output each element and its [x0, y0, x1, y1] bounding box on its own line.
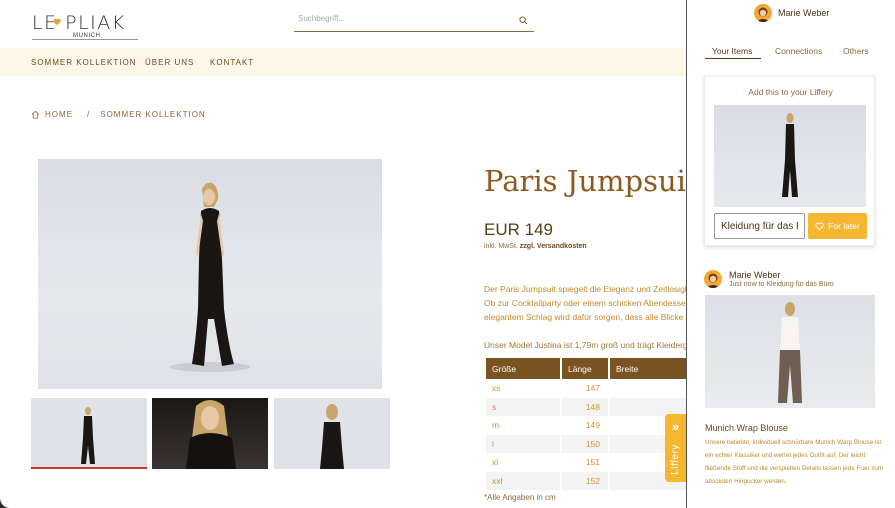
- model-figure: [170, 182, 250, 372]
- length-cell: 151: [585, 457, 600, 468]
- panel-tabs: Your Items Connections Others: [705, 46, 877, 59]
- length-cell: 150: [562, 434, 608, 453]
- thumbnail-figure: [320, 404, 344, 469]
- avatar: [704, 270, 722, 288]
- main-nav: SOMMER KOLLEKTION ÜBER UNS KONTAKT: [0, 48, 686, 76]
- add-card-product-image: [714, 105, 866, 207]
- model-size-note: Unser Model Justina ist 1,79m groß und t…: [484, 340, 686, 350]
- description-line: Ob zur Cocktailparty oder einem schicken…: [484, 298, 686, 308]
- product-price: EUR 149: [484, 220, 553, 239]
- size-cell: l: [486, 434, 560, 453]
- size-cell: m: [492, 420, 500, 431]
- nav-item-sommer-kollektion[interactable]: SOMMER KOLLEKTION: [31, 58, 136, 67]
- feed-item-image[interactable]: [705, 295, 875, 408]
- table-row: m 149: [486, 416, 686, 435]
- table-row: xs 147 1: [486, 379, 686, 398]
- breadcrumb-separator: /: [87, 110, 91, 119]
- shipping-costs-link[interactable]: zzgl. Versandkosten: [520, 243, 587, 250]
- vat-prefix: inkl. MwSt.: [484, 243, 520, 250]
- tab-connections[interactable]: Connections: [775, 46, 822, 56]
- search-icon[interactable]: [519, 16, 528, 25]
- logo-wordmark: LE PLIAK: [32, 12, 126, 34]
- search-bar: [294, 10, 534, 32]
- add-card-title: Add this to your Liffery: [748, 87, 833, 97]
- brand-logo[interactable]: LE PLIAK MUNICH: [32, 12, 140, 40]
- table-row: xxl 152: [486, 471, 686, 490]
- logo-underline: [32, 39, 138, 40]
- tab-your-items[interactable]: Your Items: [712, 46, 752, 56]
- nav-item-ueber-uns[interactable]: ÜBER UNS: [145, 58, 194, 67]
- breadcrumb-home[interactable]: HOME: [45, 110, 73, 119]
- product-description: Der Paris Jumpsuit spiegelt die Eleganz …: [484, 282, 686, 352]
- description-line: Der Paris Jumpsuit spiegelt die Eleganz …: [484, 284, 686, 294]
- size-cell: xs: [492, 383, 501, 394]
- size-cell: xxl: [486, 471, 560, 490]
- product-main-image[interactable]: [38, 159, 382, 389]
- user-name: Marie Weber: [778, 8, 830, 18]
- tab-others[interactable]: Others: [843, 46, 869, 56]
- liffery-panel: Marie Weber Your Items Connections Other…: [686, 0, 895, 508]
- heart-outline-icon: [815, 222, 824, 231]
- feed-figure: [778, 302, 802, 403]
- width-cell: 1: [610, 379, 686, 398]
- feed-item-description: Unsere beliebte, individuell schnürbare …: [705, 439, 884, 485]
- board-name-input[interactable]: [714, 213, 805, 239]
- size-cell: xl: [492, 457, 499, 468]
- breadcrumb-current[interactable]: SOMMER KOLLEKTION: [100, 110, 205, 119]
- feed-action-text: Just now to Kleidung für das Büro: [729, 281, 834, 288]
- avatar: [754, 4, 772, 22]
- length-cell: 149: [585, 420, 600, 431]
- product-thumbnail-2[interactable]: [152, 398, 268, 469]
- thumbnail-figure: [81, 407, 95, 464]
- table-row: l 150: [486, 434, 686, 453]
- nav-item-kontakt[interactable]: KONTAKT: [210, 58, 254, 67]
- liffery-toggle-tab[interactable]: » Liffery: [665, 414, 686, 482]
- length-cell: 148: [562, 397, 608, 416]
- search-input[interactable]: [298, 14, 508, 23]
- length-header: Länge: [562, 358, 608, 379]
- shop-page: LE PLIAK MUNICH SOMMER KOLLEKTION ÜBER U…: [0, 0, 686, 508]
- feed-user-info: Marie Weber Just now to Kleidung für das…: [729, 270, 834, 289]
- for-later-label: For later: [828, 221, 860, 231]
- description-line: elegantem Schlag wird dafür sorgen, dass…: [484, 312, 684, 322]
- home-icon[interactable]: [31, 110, 40, 119]
- size-footnote: *Alle Angaben in cm: [484, 493, 556, 502]
- feed-item-user[interactable]: Marie Weber Just now to Kleidung für das…: [704, 270, 834, 289]
- table-row: xl 151: [486, 453, 686, 472]
- size-header: Größe: [486, 358, 560, 379]
- thumbnail-figure: [186, 400, 236, 469]
- double-chevron-right-icon: »: [671, 419, 680, 434]
- product-thumbnail-1[interactable]: [31, 398, 147, 469]
- feed-user-name: Marie Weber: [729, 270, 781, 280]
- liffery-tab-label: Liffery: [670, 444, 681, 475]
- vat-note: inkl. MwSt. zzgl. Versandkosten: [484, 243, 587, 250]
- product-thumbnail-3[interactable]: [274, 398, 390, 469]
- product-title: Paris Jumpsuit: [484, 164, 686, 198]
- length-cell: 152: [562, 471, 608, 490]
- size-table: Größe Länge Breite xs1471 s1482 m149 l15…: [484, 358, 686, 490]
- active-tab-indicator: [705, 58, 761, 59]
- panel-user[interactable]: Marie Weber: [754, 4, 829, 22]
- length-cell: 147: [585, 383, 600, 394]
- width-header: Breite: [610, 358, 686, 379]
- heart-icon: [53, 18, 61, 26]
- size-cell: s: [486, 397, 560, 416]
- feed-item-title[interactable]: Munich Wrap Blouse: [705, 423, 788, 433]
- for-later-button[interactable]: For later: [808, 213, 867, 239]
- add-card-figure: [782, 113, 798, 197]
- breadcrumb: HOME / SOMMER KOLLEKTION: [31, 110, 206, 119]
- table-row: s1482: [486, 397, 686, 416]
- add-to-liffery-card: Add this to your Liffery For later: [704, 76, 875, 246]
